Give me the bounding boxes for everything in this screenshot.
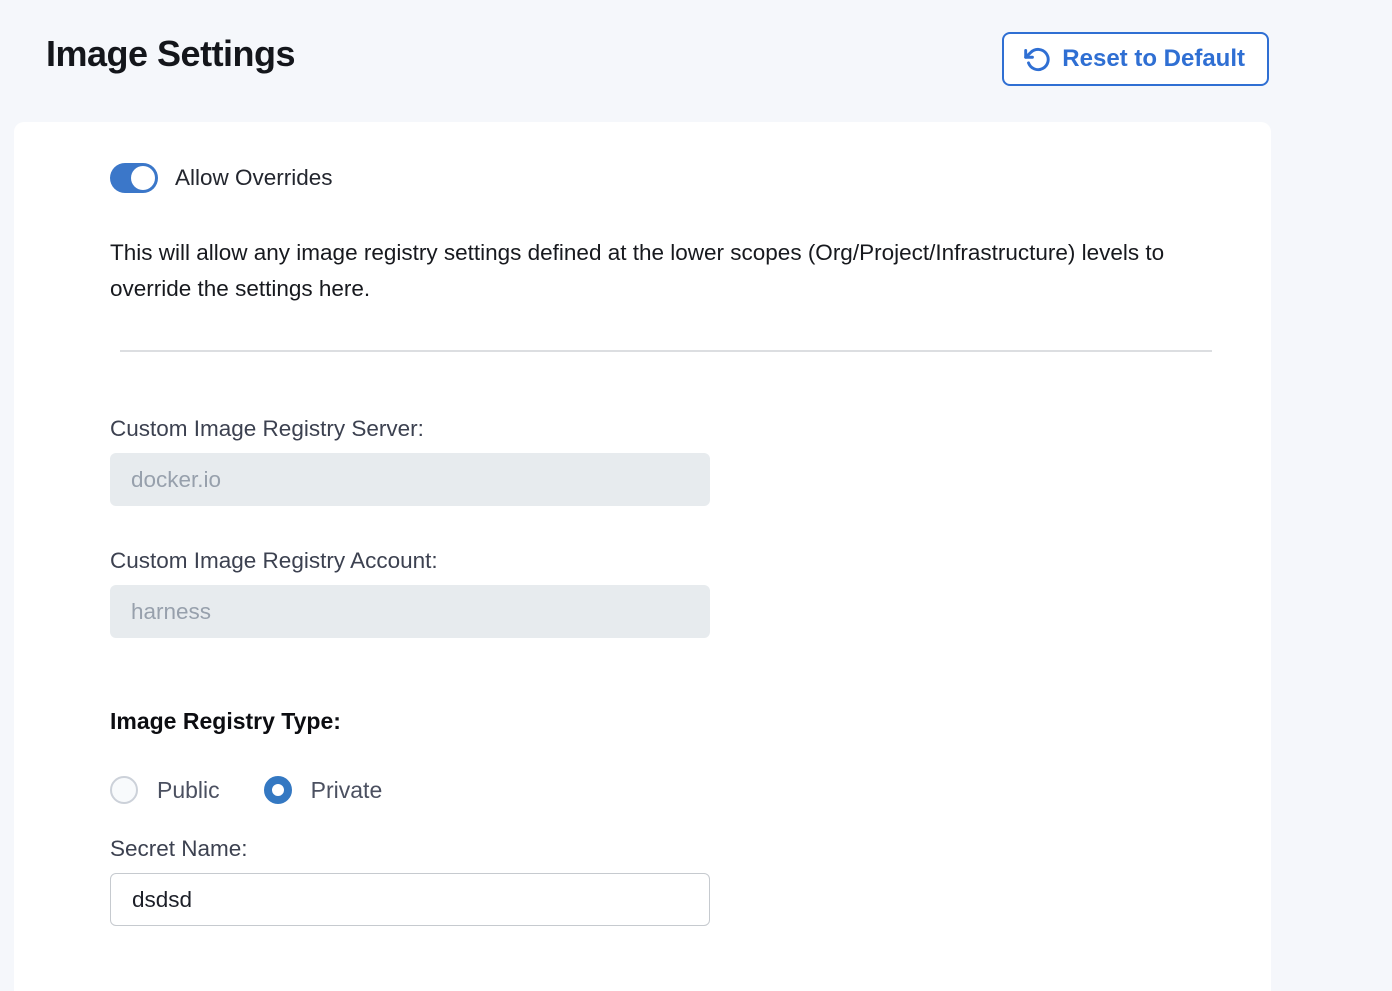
registry-account-label: Custom Image Registry Account: [110,548,1271,574]
radio-unchecked-icon [110,776,138,804]
radio-public-label: Public [157,777,220,804]
rotate-ccw-icon [1024,46,1051,73]
allow-overrides-row: Allow Overrides [110,163,1271,193]
secret-name-label: Secret Name: [110,836,1271,862]
registry-type-radio-group: Public Private [110,775,1271,805]
divider [120,350,1212,352]
image-settings-card: Allow Overrides This will allow any imag… [14,122,1271,991]
registry-server-group: Custom Image Registry Server: [110,416,1271,506]
secret-name-group: Secret Name: [110,836,1271,926]
page-title: Image Settings [46,33,295,75]
registry-server-label: Custom Image Registry Server: [110,416,1271,442]
radio-option-private[interactable]: Private [264,776,383,804]
registry-type-label: Image Registry Type: [110,708,1271,735]
allow-overrides-label: Allow Overrides [175,165,333,191]
radio-private-label: Private [311,777,383,804]
registry-account-group: Custom Image Registry Account: [110,548,1271,638]
registry-account-input[interactable] [110,585,710,638]
toggle-knob-icon [131,166,155,190]
overrides-description: This will allow any image registry setti… [110,235,1225,307]
radio-option-public[interactable]: Public [110,776,220,804]
radio-checked-icon [264,776,292,804]
secret-name-input[interactable] [110,873,710,926]
page: { "header": { "title": "Image Settings",… [0,0,1392,991]
reset-button-label: Reset to Default [1062,45,1245,73]
registry-server-input[interactable] [110,453,710,506]
reset-to-default-button[interactable]: Reset to Default [1002,32,1269,86]
allow-overrides-toggle[interactable] [110,163,158,193]
